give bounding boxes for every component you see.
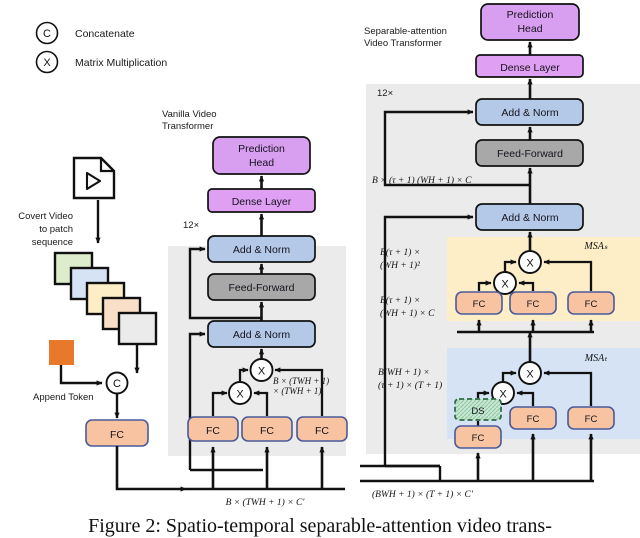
msa-s-fc-label-1: FC	[473, 299, 486, 310]
msa-t-matmul-outer-symbol: X	[526, 369, 534, 381]
separable-input-shape: (BWH + 1) × (T + 1) × C′	[372, 489, 474, 500]
msa-s-attn-shape-line1: B(τ + 1) ×	[380, 247, 420, 258]
vanilla-prediction-head-line1: Prediction	[238, 143, 285, 155]
figure-container: C Concatenate X Matrix Multiplication Co…	[0, 0, 640, 537]
vanilla-title-line2: Transformer	[162, 121, 213, 132]
patch-sequence	[53, 251, 158, 346]
msa-t-label: MSAₜ	[584, 353, 608, 364]
vanilla-dense-layer-label: Dense Layer	[232, 196, 292, 208]
vanilla-fc-label-3: FC	[315, 425, 329, 437]
vanilla-fc-label-2: FC	[260, 425, 274, 437]
legend-symbol-x: X	[43, 57, 51, 69]
vanilla-attn-shape-line2: × (TWH + 1)	[273, 386, 321, 396]
msa-t-matmul-inner-symbol: X	[499, 389, 507, 401]
legend: C Concatenate X Matrix Multiplication	[35, 21, 167, 74]
vanilla-prediction-head-line2: Head	[249, 157, 274, 169]
input-pipeline: Covert Video to patch sequence Append To…	[18, 156, 187, 492]
separable-title-line2: Video Transformer	[364, 38, 442, 49]
vanilla-title-line1: Vanilla Video	[162, 109, 217, 120]
separable-repeat-label: 12×	[377, 88, 393, 99]
arrow-token-to-concat	[59, 365, 103, 386]
separable-ff-shape: B × (τ + 1) (WH + 1) × C	[372, 175, 472, 186]
msa-s-fc-label-3: FC	[585, 299, 598, 310]
patch-5	[117, 311, 158, 346]
vanilla-matmul-outer-symbol: X	[258, 366, 266, 378]
msa-t-fc-label-2: FC	[527, 414, 540, 425]
convert-label-line3: sequence	[32, 237, 73, 248]
msa-s-input-shape-line1: B(τ + 1) ×	[380, 295, 420, 306]
separable-feed-forward-label: Feed-Forward	[497, 148, 563, 160]
convert-label-line2: to patch	[39, 224, 73, 235]
msa-t-fc-label-1: FC	[472, 433, 485, 444]
vanilla-matmul-inner-symbol: X	[236, 389, 244, 401]
separable-add-norm-top-label: Add & Norm	[501, 107, 558, 119]
vanilla-add-norm-bottom-label: Add & Norm	[233, 329, 290, 341]
vanilla-attn-shape-line1: B × (TWH + 1)	[273, 376, 329, 386]
separable-prediction-head-line1: Prediction	[507, 9, 554, 21]
msa-t-ds-label: DS	[471, 406, 484, 417]
separable-add-norm-mid-label: Add & Norm	[501, 212, 558, 224]
input-fc-label: FC	[110, 429, 124, 441]
vanilla-input-shape: B × (TWH + 1) × C′	[226, 497, 306, 508]
separable-prediction-head-line2: Head	[517, 23, 542, 35]
legend-item-matmul: X Matrix Multiplication	[35, 50, 167, 74]
msa-s-matmul-outer-symbol: X	[526, 258, 534, 270]
msa-t-fc-label-3: FC	[585, 414, 598, 425]
separable-dense-layer-label: Dense Layer	[500, 62, 560, 74]
msa-t-attn-shape-line1: B(WH + 1) ×	[378, 367, 430, 378]
separable-attention-video-transformer: Separable-attention Video Transformer Pr…	[360, 3, 640, 500]
msa-s-attn-shape-line2: (WH + 1)²	[380, 260, 420, 271]
video-file-icon	[72, 156, 116, 200]
vanilla-fc-label-1: FC	[206, 425, 220, 437]
diagram-canvas: C Concatenate X Matrix Multiplication Co…	[18, 3, 640, 508]
append-token-swatch	[49, 340, 74, 365]
vanilla-repeat-label: 12×	[183, 220, 199, 231]
convert-label-line1: Covert Video	[18, 211, 73, 222]
msa-s-label: MSAₛ	[583, 241, 607, 252]
msa-s-fc-label-2: FC	[527, 299, 540, 310]
msa-t-attn-shape-line2: (τ + 1) × (T + 1)	[378, 380, 442, 391]
legend-item-concatenate: C Concatenate	[35, 21, 135, 45]
msa-s-matmul-inner-symbol: X	[501, 279, 509, 291]
vanilla-feed-forward-label: Feed-Forward	[229, 282, 295, 294]
vanilla-add-norm-top-label: Add & Norm	[233, 244, 290, 256]
separable-title-line1: Separable-attention	[364, 26, 447, 37]
append-token-label: Append Token	[33, 392, 94, 403]
concat-node-symbol: C	[113, 378, 121, 390]
vanilla-video-transformer: Vanilla Video Transformer Prediction Hea…	[162, 109, 348, 508]
legend-label-matmul: Matrix Multiplication	[75, 57, 167, 69]
legend-label-concatenate: Concatenate	[75, 28, 135, 40]
msa-s-input-shape-line2: (WH + 1) × C	[380, 308, 435, 319]
legend-symbol-c: C	[43, 28, 51, 40]
figure-caption: Figure 2: Spatio-temporal separable-atte…	[88, 515, 552, 537]
